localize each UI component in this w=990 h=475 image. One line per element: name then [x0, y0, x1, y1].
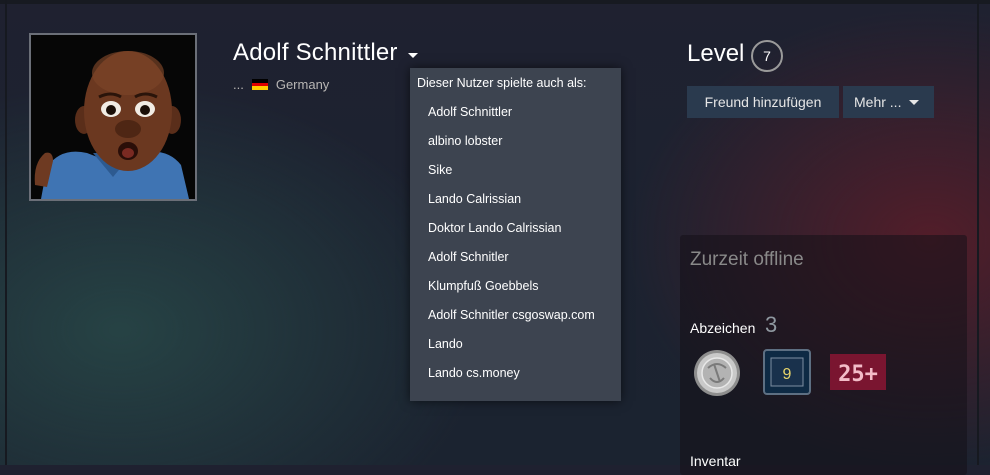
- badges-count[interactable]: 3: [765, 312, 777, 338]
- alias-item[interactable]: albino lobster: [428, 134, 502, 148]
- silver-coin-badge-icon[interactable]: [692, 348, 742, 398]
- badges-link[interactable]: Abzeichen: [690, 320, 755, 336]
- add-friend-button[interactable]: Freund hinzufügen: [687, 86, 839, 118]
- top-bar: [0, 0, 990, 4]
- alias-item[interactable]: Adolf Schnittler: [428, 105, 512, 119]
- page-border-right: [977, 0, 979, 465]
- alias-item[interactable]: Lando: [428, 337, 463, 351]
- level-badge[interactable]: 7: [751, 40, 783, 72]
- alias-item[interactable]: Klumpfuß Goebbels: [428, 279, 538, 293]
- more-actions-button[interactable]: Mehr ...: [843, 86, 934, 118]
- profile-avatar: [29, 33, 197, 201]
- profile-country: Germany: [275, 77, 330, 92]
- germany-flag-icon: [251, 79, 268, 90]
- profile-summary: ...: [233, 77, 244, 92]
- level-25-badge-icon[interactable]: 25+: [830, 348, 886, 398]
- alias-item[interactable]: Lando Calrissian: [428, 192, 521, 206]
- more-actions-label: Mehr ...: [854, 94, 902, 110]
- profile-name: Adolf Schnittler: [233, 39, 398, 66]
- inventory-link[interactable]: Inventar: [690, 453, 741, 469]
- profile-location-line: ... Germany: [233, 77, 329, 92]
- alias-item[interactable]: Sike: [428, 163, 452, 177]
- online-status: Zurzeit offline: [690, 249, 804, 270]
- dropdown-title: Dieser Nutzer spielte auch als:: [417, 76, 587, 90]
- chevron-down-icon: [909, 99, 920, 105]
- years-of-service-badge-icon[interactable]: 9: [762, 348, 812, 398]
- alias-item[interactable]: Adolf Schnitler csgoswap.com: [428, 308, 595, 322]
- alias-item[interactable]: Lando cs.money: [428, 366, 520, 380]
- avatar-image: [31, 35, 195, 199]
- name-history-dropdown-toggle[interactable]: [408, 53, 418, 58]
- alias-item[interactable]: Adolf Schnitler: [428, 250, 509, 264]
- alias-item[interactable]: Doktor Lando Calrissian: [428, 221, 561, 235]
- name-history-dropdown: Dieser Nutzer spielte auch als: Adolf Sc…: [410, 68, 621, 401]
- badge-level-text: 25+: [838, 362, 878, 387]
- badge-years-text: 9: [783, 366, 792, 383]
- page-border-left: [5, 0, 7, 465]
- level-label: Level: [687, 40, 745, 67]
